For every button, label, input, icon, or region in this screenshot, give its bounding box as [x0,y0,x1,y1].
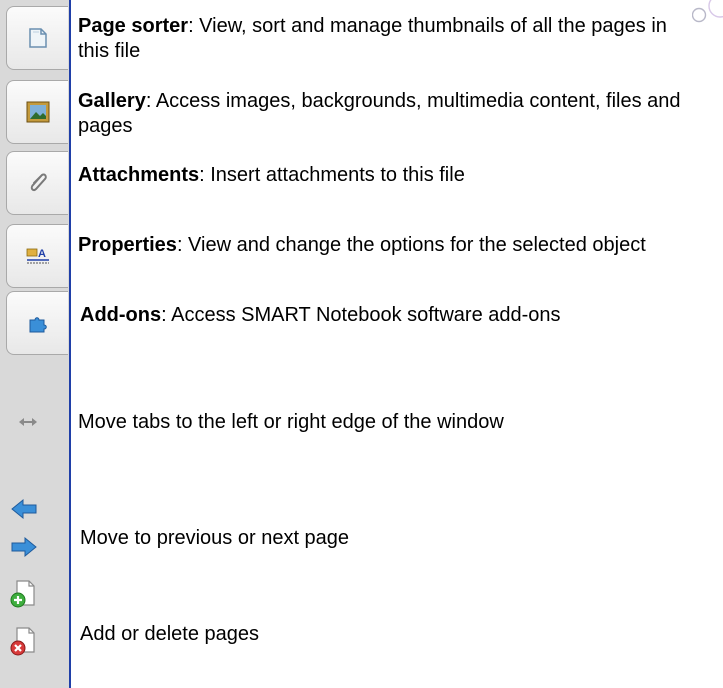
add-page-button[interactable] [8,578,40,610]
gallery-text: : Access images, backgrounds, multimedia… [78,90,681,137]
right-arrow-icon [11,536,37,558]
add-ons-title: Add-ons [80,304,162,326]
double-arrow-icon [19,418,37,426]
properties-description: Properties: View and change the options … [78,233,718,258]
gallery-tab[interactable] [6,80,68,144]
gallery-title: Gallery [78,90,146,112]
add-ons-tab[interactable] [6,291,68,355]
sidebar: A [0,0,71,688]
svg-text:A: A [38,248,46,260]
decorative-circles [692,0,723,30]
previous-page-button[interactable] [8,493,40,525]
delete-page-button[interactable] [8,625,40,657]
add-ons-description: Add-ons: Access SMART Notebook software … [80,303,720,328]
page-sorter-tab[interactable] [6,6,68,70]
paperclip-icon [30,173,47,192]
properties-text: : View and change the options for the se… [176,234,646,256]
properties-tab[interactable]: A [6,224,68,288]
prev-next-label: Move to previous or next page [80,527,350,549]
add-delete-label: Add or delete pages [80,623,260,645]
attachments-text: : Insert attachments to this file [199,164,465,186]
properties-title: Properties [78,234,177,256]
left-arrow-icon [11,498,37,520]
page-sorter-title: Page sorter [78,15,189,37]
attachments-description: Attachments: Insert attachments to this … [78,163,718,188]
move-tabs-button[interactable] [12,406,44,438]
move-tabs-label: Move tabs to the left or right edge of t… [78,411,504,433]
add-ons-text: : Access SMART Notebook software add-ons [161,304,561,326]
gallery-icon [26,101,49,123]
attachments-title: Attachments [78,164,200,186]
puzzle-piece-icon [29,317,47,333]
add-page-icon [10,580,35,608]
attachments-tab[interactable] [6,151,68,215]
page-sorter-icon [28,28,47,48]
next-page-button[interactable] [8,531,40,563]
gallery-description: Gallery: Access images, backgrounds, mul… [78,89,718,139]
properties-icon: A [26,248,49,264]
page-sorter-description: Page sorter: View, sort and manage thumb… [78,14,668,64]
delete-page-icon [10,627,35,656]
